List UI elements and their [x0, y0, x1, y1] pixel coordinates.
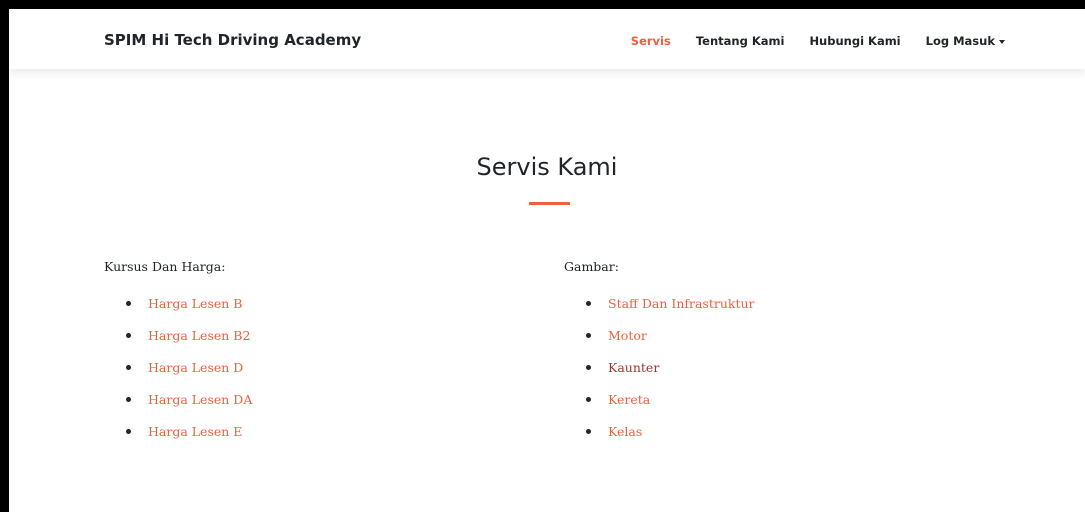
list-item: Harga Lesen E: [104, 424, 252, 456]
list-item: Kaunter: [564, 360, 755, 392]
list-item: Staff Dan Infrastruktur: [564, 296, 755, 328]
course-link-lesen-b2[interactable]: Harga Lesen B2: [148, 328, 250, 343]
brand-link[interactable]: SPIM Hi Tech Driving Academy: [104, 31, 361, 49]
nav-link-hubungi-kami[interactable]: Hubungi Kami: [809, 34, 900, 48]
bullet-icon: [586, 333, 591, 338]
bullet-icon: [126, 301, 131, 306]
list-item: Kelas: [564, 424, 755, 456]
list-item: Harga Lesen D: [104, 360, 252, 392]
gallery-heading: Gambar:: [564, 259, 619, 274]
list-item: Harga Lesen B2: [104, 328, 252, 360]
navbar: SPIM Hi Tech Driving Academy Servis Tent…: [9, 9, 1085, 69]
gallery-link-motor[interactable]: Motor: [608, 328, 647, 343]
bullet-icon: [586, 429, 591, 434]
gallery-link-kaunter[interactable]: Kaunter: [608, 360, 659, 375]
bullet-icon: [126, 429, 131, 434]
course-link-lesen-d[interactable]: Harga Lesen D: [148, 360, 243, 375]
section-divider: [529, 202, 570, 205]
courses-list: Harga Lesen B Harga Lesen B2 Harga Lesen…: [104, 296, 252, 456]
nav-links: Servis Tentang Kami Hubungi Kami Log Mas…: [631, 34, 1005, 48]
list-item: Harga Lesen B: [104, 296, 252, 328]
gallery-list: Staff Dan Infrastruktur Motor Kaunter Ke…: [564, 296, 755, 456]
gallery-link-kelas[interactable]: Kelas: [608, 424, 642, 439]
gallery-link-kereta[interactable]: Kereta: [608, 392, 650, 407]
courses-heading: Kursus Dan Harga:: [104, 259, 226, 274]
browser-window: SPIM Hi Tech Driving Academy Servis Tent…: [9, 9, 1085, 512]
bullet-icon: [126, 397, 131, 402]
section-title: Servis Kami: [476, 153, 618, 181]
course-link-lesen-b[interactable]: Harga Lesen B: [148, 296, 242, 311]
bullet-icon: [126, 365, 131, 370]
nav-link-tentang-kami[interactable]: Tentang Kami: [696, 34, 785, 48]
gallery-column: Gambar: Staff Dan Infrastruktur Motor Ka…: [564, 259, 755, 456]
bullet-icon: [126, 333, 131, 338]
nav-dropdown-log-masuk[interactable]: Log Masuk: [926, 34, 1005, 48]
list-item: Harga Lesen DA: [104, 392, 252, 424]
bullet-icon: [586, 301, 591, 306]
bullet-icon: [586, 397, 591, 402]
list-item: Motor: [564, 328, 755, 360]
nav-link-servis[interactable]: Servis: [631, 34, 671, 48]
course-link-lesen-da[interactable]: Harga Lesen DA: [148, 392, 252, 407]
course-link-lesen-e[interactable]: Harga Lesen E: [148, 424, 242, 439]
list-item: Kereta: [564, 392, 755, 424]
gallery-link-staff[interactable]: Staff Dan Infrastruktur: [608, 296, 755, 311]
courses-column: Kursus Dan Harga: Harga Lesen B Harga Le…: [104, 259, 252, 456]
caret-down-icon: [999, 39, 1005, 44]
nav-dropdown-label: Log Masuk: [925, 34, 995, 48]
bullet-icon: [586, 365, 591, 370]
